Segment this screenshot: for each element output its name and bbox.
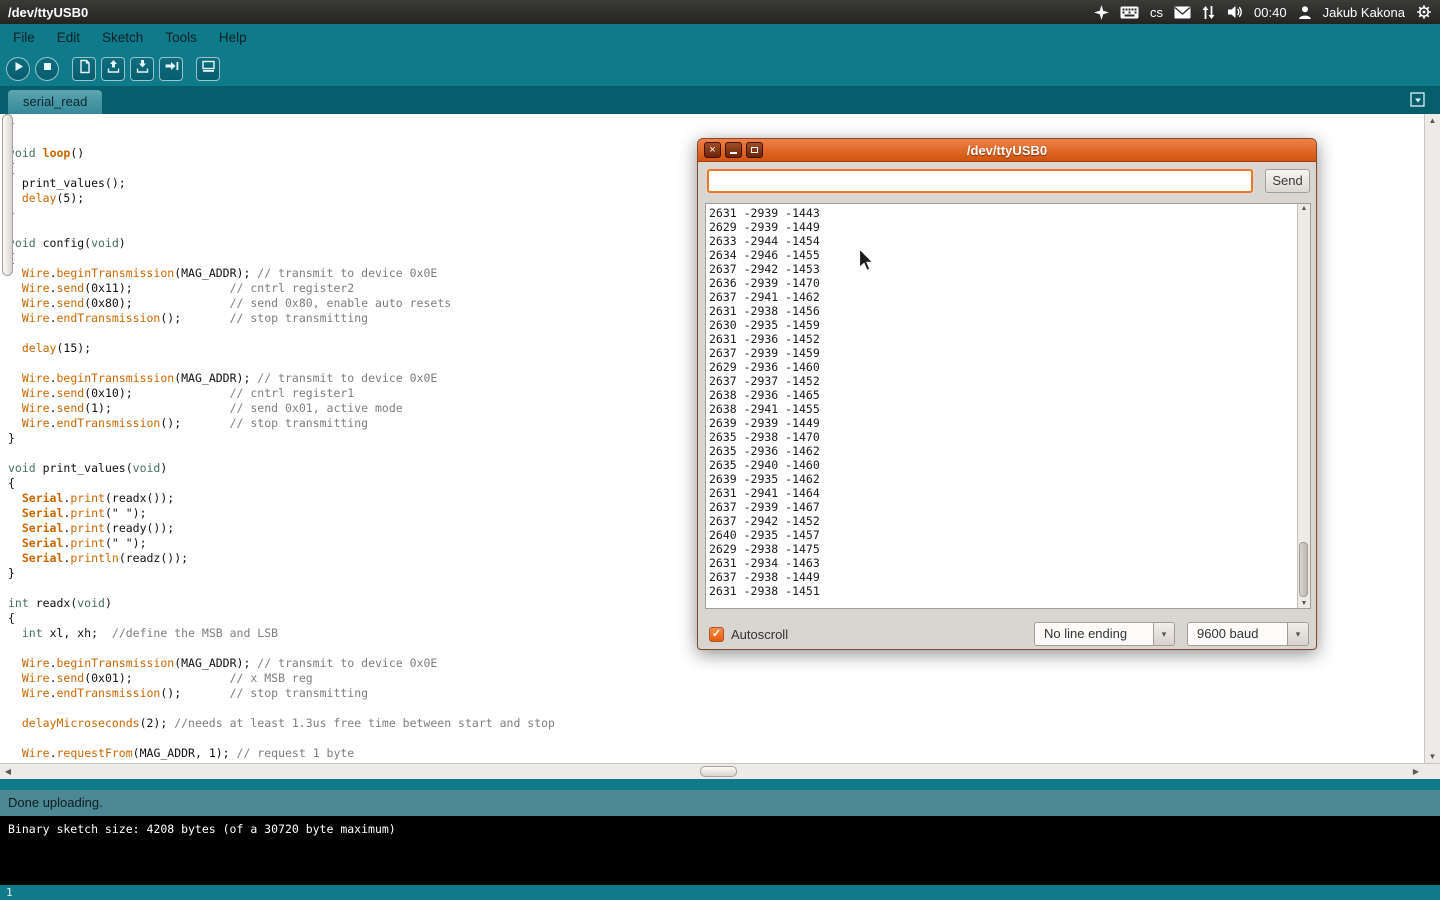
stop-icon [40,59,55,79]
menubar: File Edit Sketch Tools Help [2,24,1440,52]
tab-list-button[interactable] [1410,92,1426,108]
serial-output-area[interactable]: 2631 -2939 -14432629 -2939 -14492633 -29… [705,203,1311,609]
tab-strip: serial_read [0,86,1440,114]
upload-button[interactable] [159,57,183,81]
menu-item-sketch[interactable]: Sketch [91,24,154,52]
line-ending-dropdown[interactable]: No line ending ▾ [1034,622,1175,646]
toolbar [6,52,220,86]
stop-button[interactable] [35,57,59,81]
serial-monitor-title: /dev/ttyUSB0 [698,139,1316,162]
system-tray: cs 00:40 Jakub Kakona [1094,4,1432,20]
editor-horizontal-scroll-thumb[interactable] [700,766,737,777]
user-name[interactable]: Jakub Kakona [1323,5,1405,20]
volume-icon[interactable] [1226,4,1243,20]
network-arrows-icon[interactable] [1202,5,1215,20]
scroll-right-arrow-icon[interactable]: ▶ [1408,764,1424,779]
tab-label: serial_read [23,94,87,109]
sparkle-icon[interactable] [1094,5,1109,20]
top-panel: /dev/ttyUSB0 cs 00:40 Jakub Kakona [0,0,1440,24]
serial-send-input[interactable] [707,169,1253,193]
serial-monitor-controls: ✓ Autoscroll No line ending ▾ 9600 baud … [709,621,1309,647]
mail-icon[interactable] [1174,6,1191,19]
line-number: 1 [6,886,13,899]
serial-scroll-down-icon[interactable]: ▼ [1298,600,1310,607]
serial-scrollbar[interactable]: ▲ ▼ [1297,204,1310,608]
serial-monitor-button[interactable] [196,57,220,81]
verify-button[interactable] [6,57,30,81]
arrow-up-tray-icon [106,59,121,79]
gear-icon[interactable] [1416,4,1432,20]
line-ending-value: No line ending [1035,623,1153,645]
build-console: Binary sketch size: 4208 bytes (of a 307… [0,816,1440,885]
scroll-left-arrow-icon[interactable]: ◀ [0,764,16,779]
scroll-up-arrow-icon[interactable]: ▲ [1425,116,1440,125]
status-message: Done uploading. [8,795,103,810]
console-text: Binary sketch size: 4208 bytes (of a 307… [8,822,1432,837]
new-sketch-button[interactable] [72,57,96,81]
maximize-icon[interactable] [746,142,763,158]
scroll-down-arrow-icon[interactable]: ▼ [1425,752,1440,761]
save-button[interactable] [130,57,154,81]
serial-scroll-thumb[interactable] [1299,542,1308,597]
close-icon[interactable]: × [704,142,721,158]
autoscroll-checkbox[interactable]: ✓ [709,627,724,642]
menu-item-help[interactable]: Help [208,24,258,52]
editor-vertical-scrollbar[interactable]: ▲ ▼ [1424,114,1440,763]
chevron-down-icon[interactable]: ▾ [1153,623,1174,645]
line-indicator-bar: 1 [0,885,1440,900]
arrow-right-icon [164,59,179,79]
play-icon [11,59,26,79]
monitor-icon [201,59,216,79]
send-button[interactable]: Send [1265,169,1310,193]
serial-scroll-up-icon[interactable]: ▲ [1298,205,1310,212]
baud-rate-value: 9600 baud [1188,623,1287,645]
chevron-down-icon[interactable]: ▾ [1287,623,1308,645]
serial-monitor-window: /dev/ttyUSB0 × Send 2631 -2939 -14432629… [697,138,1317,650]
serial-monitor-titlebar[interactable]: /dev/ttyUSB0 × [698,139,1316,162]
open-button[interactable] [101,57,125,81]
minimize-icon[interactable] [725,142,742,158]
focused-window-title: /dev/ttyUSB0 [8,5,88,20]
keyboard-layout-icon[interactable] [1120,6,1139,19]
status-bar: Done uploading. [0,790,1440,816]
arrow-down-tray-icon [135,59,150,79]
menu-item-tools[interactable]: Tools [154,24,208,52]
document-icon [77,59,92,79]
editor-vertical-scroll-thumb[interactable] [2,114,13,276]
user-icon [1298,5,1312,20]
menu-item-file[interactable]: File [2,24,46,52]
menu-item-edit[interactable]: Edit [46,24,91,52]
window-controls: × [704,142,763,158]
keyboard-layout-label[interactable]: cs [1150,5,1163,20]
tab-serial-read[interactable]: serial_read [8,90,102,114]
clock[interactable]: 00:40 [1254,5,1287,20]
editor-horizontal-scrollbar[interactable]: ◀ ▶ [0,763,1440,779]
serial-output: 2631 -2939 -14432629 -2939 -14492633 -29… [706,204,1297,608]
baud-rate-dropdown[interactable]: 9600 baud ▾ [1187,622,1309,646]
autoscroll-label: Autoscroll [731,627,788,642]
